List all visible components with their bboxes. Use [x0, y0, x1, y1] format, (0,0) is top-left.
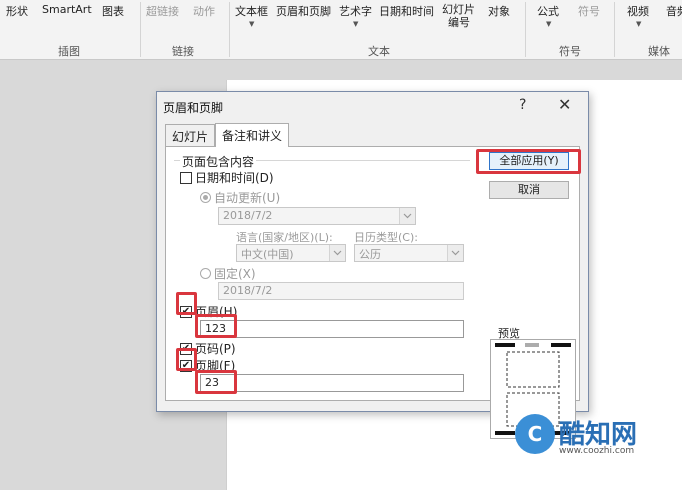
- cancel-button[interactable]: 取消: [489, 181, 569, 199]
- group-label-symbols: 符号: [559, 45, 581, 58]
- textbox-dropdown-icon[interactable]: ▼: [249, 20, 254, 28]
- auto-update-label: 自动更新(U): [214, 191, 281, 205]
- auto-update-radio[interactable]: [200, 192, 211, 203]
- tab-slides[interactable]: 幻灯片: [165, 124, 216, 146]
- wordart-dropdown-icon[interactable]: ▼: [353, 20, 358, 28]
- page-number-label: 页码(P): [195, 342, 236, 356]
- ribbon-separator: [140, 2, 141, 57]
- ribbon-object-button[interactable]: 对象: [488, 3, 510, 19]
- section-label: 页面包含内容: [180, 153, 257, 170]
- footer-option[interactable]: ✔ 页脚(F): [180, 357, 235, 374]
- fixed-date-field[interactable]: 2018/7/2: [218, 282, 464, 300]
- ribbon-action-button[interactable]: 动作: [193, 3, 215, 19]
- group-label-text: 文本: [368, 45, 390, 58]
- watermark-url: www.coozhi.com: [559, 446, 635, 456]
- header-footer-dialog: 页眉和页脚 ? ✕ 幻灯片 备注和讲义 页面包含内容 日期和时间(D) 自动更新…: [156, 91, 589, 439]
- calendar-select[interactable]: 公历: [354, 244, 464, 262]
- page-number-option[interactable]: ✔ 页码(P): [180, 340, 236, 357]
- date-time-checkbox[interactable]: [180, 171, 192, 184]
- group-label-links: 链接: [172, 45, 194, 58]
- fixed-radio[interactable]: [200, 268, 211, 279]
- ribbon-wordart-button[interactable]: 艺术字: [339, 3, 372, 19]
- header-option[interactable]: ✔ 页眉(H): [180, 303, 237, 320]
- ribbon-smartart-button[interactable]: SmartArt: [42, 3, 92, 16]
- language-label: 语言(国家/地区)(L):: [236, 231, 333, 244]
- auto-update-option[interactable]: 自动更新(U): [200, 189, 280, 206]
- footer-text-input[interactable]: 23: [200, 374, 464, 392]
- ribbon-video-button[interactable]: 视频: [627, 3, 649, 19]
- coozhi-logo-icon: C: [515, 414, 555, 454]
- header-text-input[interactable]: 123: [200, 320, 464, 338]
- ribbon-slide-number-button[interactable]: 幻灯片 编号: [442, 3, 475, 29]
- fixed-option[interactable]: 固定(X): [200, 265, 256, 282]
- ribbon-separator: [614, 2, 615, 57]
- date-format-select[interactable]: 2018/7/2: [218, 207, 416, 225]
- tab-panel: 页面包含内容 日期和时间(D) 自动更新(U) 2018/7/2 语言(国家/地…: [165, 146, 580, 439]
- group-label-media: 媒体: [648, 45, 670, 58]
- header-label: 页眉(H): [195, 305, 238, 319]
- language-value: 中文(中国): [241, 248, 294, 261]
- chevron-down-icon: [399, 208, 415, 224]
- footer-label: 页脚(F): [195, 359, 236, 373]
- close-icon[interactable]: ✕: [558, 95, 571, 114]
- ribbon-shapes-button[interactable]: 形状: [6, 3, 28, 19]
- calendar-label: 日历类型(C):: [354, 231, 418, 244]
- ribbon-equation-button[interactable]: 公式: [537, 3, 559, 19]
- footer-checkbox[interactable]: ✔: [180, 359, 192, 372]
- chevron-down-icon: [447, 245, 463, 261]
- ribbon-separator: [525, 2, 526, 57]
- date-time-option[interactable]: 日期和时间(D): [180, 169, 274, 186]
- chevron-down-icon: [329, 245, 345, 261]
- ribbon-date-time-button[interactable]: 日期和时间: [379, 3, 434, 19]
- ribbon: 形状 SmartArt 图表 超链接 动作 文本框 ▼ 页眉和页脚 艺术字 ▼ …: [0, 0, 682, 60]
- page-number-checkbox[interactable]: ✔: [180, 342, 192, 355]
- apply-all-button[interactable]: 全部应用(Y): [489, 152, 569, 170]
- group-label-illustrations: 插图: [58, 45, 80, 58]
- ribbon-chart-button[interactable]: 图表: [102, 3, 124, 19]
- language-select[interactable]: 中文(中国): [236, 244, 346, 262]
- ribbon-textbox-button[interactable]: 文本框: [235, 3, 268, 19]
- ribbon-hyperlink-button[interactable]: 超链接: [146, 3, 179, 19]
- equation-dropdown-icon[interactable]: ▼: [546, 20, 551, 28]
- tab-notes-handouts[interactable]: 备注和讲义: [215, 123, 290, 147]
- video-dropdown-icon[interactable]: ▼: [636, 20, 641, 28]
- calendar-value: 公历: [359, 248, 381, 261]
- date-time-label: 日期和时间(D): [195, 171, 274, 185]
- header-checkbox[interactable]: ✔: [180, 305, 192, 318]
- ribbon-audio-button[interactable]: 音频: [666, 3, 682, 19]
- date-format-value: 2018/7/2: [223, 209, 273, 222]
- fixed-label: 固定(X): [214, 267, 256, 281]
- ribbon-header-footer-button[interactable]: 页眉和页脚: [276, 3, 331, 19]
- ribbon-symbol-button[interactable]: 符号: [578, 3, 600, 19]
- help-icon[interactable]: ?: [519, 97, 526, 113]
- dialog-title: 页眉和页脚: [163, 101, 224, 115]
- ribbon-separator: [229, 2, 230, 57]
